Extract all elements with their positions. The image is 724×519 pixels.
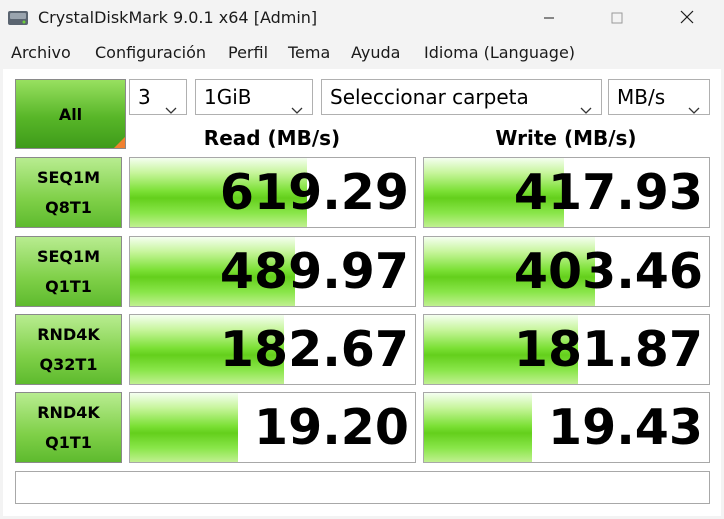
test-label-line1: SEQ1M bbox=[36, 167, 101, 187]
menu-tema[interactable]: Tema bbox=[288, 43, 330, 62]
run-all-label: All bbox=[58, 104, 83, 124]
test-button-seq1m-q8t1[interactable]: SEQ1M Q8T1 bbox=[15, 157, 122, 228]
comment-input[interactable] bbox=[15, 471, 710, 504]
menu-archivo[interactable]: Archivo bbox=[11, 43, 71, 62]
chevron-down-icon bbox=[687, 92, 701, 114]
maximize-icon bbox=[611, 9, 623, 28]
chevron-down-icon bbox=[164, 92, 178, 114]
minimize-icon bbox=[543, 9, 555, 28]
menu-bar: Archivo Configuración Perfil Tema Ayuda … bbox=[0, 36, 724, 69]
menu-configuracion[interactable]: Configuración bbox=[95, 43, 206, 62]
read-value: 182.67 bbox=[219, 321, 409, 378]
corner-marker bbox=[114, 137, 125, 148]
test-size-select[interactable]: 1GiB bbox=[195, 79, 313, 115]
test-label-line1: RND4K bbox=[37, 402, 100, 422]
write-result-cell: 19.43 bbox=[423, 392, 710, 463]
read-header: Read (MB/s) bbox=[203, 126, 341, 150]
test-count-select[interactable]: 3 bbox=[129, 79, 187, 115]
menu-idioma[interactable]: Idioma (Language) bbox=[424, 43, 575, 62]
test-button-rnd4k-q32t1[interactable]: RND4K Q32T1 bbox=[15, 314, 122, 385]
unit-value: MB/s bbox=[617, 85, 666, 109]
test-label-line1: SEQ1M bbox=[36, 246, 101, 266]
run-all-button[interactable]: All bbox=[15, 79, 126, 149]
close-button[interactable] bbox=[664, 0, 710, 36]
maximize-button[interactable] bbox=[594, 0, 640, 36]
window-title: CrystalDiskMark 9.0.1 x64 [Admin] bbox=[38, 8, 318, 27]
write-value: 403.46 bbox=[513, 243, 703, 300]
menu-ayuda[interactable]: Ayuda bbox=[351, 43, 400, 62]
unit-select[interactable]: MB/s bbox=[608, 79, 710, 115]
main-panel: All 3 1GiB Seleccionar carpeta MB/s Read… bbox=[3, 69, 721, 516]
read-value: 489.97 bbox=[219, 243, 409, 300]
read-value: 619.29 bbox=[219, 164, 409, 221]
write-header: Write (MB/s) bbox=[495, 126, 637, 150]
read-result-cell: 619.29 bbox=[129, 157, 416, 228]
write-value: 417.93 bbox=[513, 164, 703, 221]
write-value: 181.87 bbox=[513, 321, 703, 378]
close-icon bbox=[680, 9, 694, 28]
write-bar bbox=[424, 393, 533, 462]
write-result-cell: 181.87 bbox=[423, 314, 710, 385]
read-result-cell: 489.97 bbox=[129, 236, 416, 307]
test-label-line2: Q1T1 bbox=[45, 432, 92, 452]
test-label-line2: Q8T1 bbox=[45, 197, 92, 217]
read-bar bbox=[130, 393, 239, 462]
test-label-line2: Q32T1 bbox=[39, 354, 98, 374]
test-button-seq1m-q1t1[interactable]: SEQ1M Q1T1 bbox=[15, 236, 122, 307]
target-folder-select[interactable]: Seleccionar carpeta bbox=[321, 79, 602, 115]
app-window: CrystalDiskMark 9.0.1 x64 [Admin] Archiv… bbox=[0, 0, 724, 519]
chevron-down-icon bbox=[579, 92, 593, 114]
test-label-line2: Q1T1 bbox=[45, 276, 92, 296]
menu-perfil[interactable]: Perfil bbox=[228, 43, 268, 62]
read-result-cell: 182.67 bbox=[129, 314, 416, 385]
disk-icon bbox=[7, 9, 29, 27]
write-result-cell: 403.46 bbox=[423, 236, 710, 307]
title-bar: CrystalDiskMark 9.0.1 x64 [Admin] bbox=[0, 0, 724, 36]
minimize-button[interactable] bbox=[526, 0, 572, 36]
test-size-value: 1GiB bbox=[204, 85, 252, 109]
test-label-line1: RND4K bbox=[37, 324, 100, 344]
read-value: 19.20 bbox=[254, 399, 409, 456]
read-result-cell: 19.20 bbox=[129, 392, 416, 463]
write-value: 19.43 bbox=[548, 399, 703, 456]
test-count-value: 3 bbox=[138, 85, 151, 109]
target-folder-value: Seleccionar carpeta bbox=[330, 85, 529, 109]
test-button-rnd4k-q1t1[interactable]: RND4K Q1T1 bbox=[15, 392, 122, 463]
write-result-cell: 417.93 bbox=[423, 157, 710, 228]
chevron-down-icon bbox=[290, 92, 304, 114]
